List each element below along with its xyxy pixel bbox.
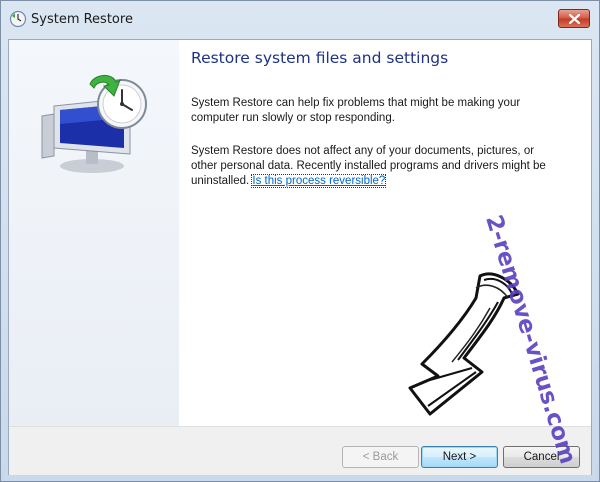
system-restore-clock-icon — [41, 75, 147, 173]
page-title: Restore system files and settings — [191, 49, 449, 67]
back-button[interactable]: < Back — [342, 446, 419, 468]
description-paragraph: System Restore can help fix problems tha… — [191, 97, 521, 124]
next-button[interactable]: Next > — [421, 446, 498, 468]
reversible-help-link[interactable]: Is this process reversible? — [251, 174, 387, 188]
info-paragraph: System Restore does not affect any of yo… — [191, 144, 563, 189]
system-restore-icon — [9, 10, 27, 28]
side-panel — [9, 40, 180, 426]
title-bar[interactable]: System Restore — [1, 1, 599, 39]
button-bar: < Back Next > Cancel — [9, 426, 591, 475]
close-icon — [569, 14, 580, 24]
close-button[interactable] — [558, 9, 590, 28]
window-title: System Restore — [31, 12, 133, 27]
